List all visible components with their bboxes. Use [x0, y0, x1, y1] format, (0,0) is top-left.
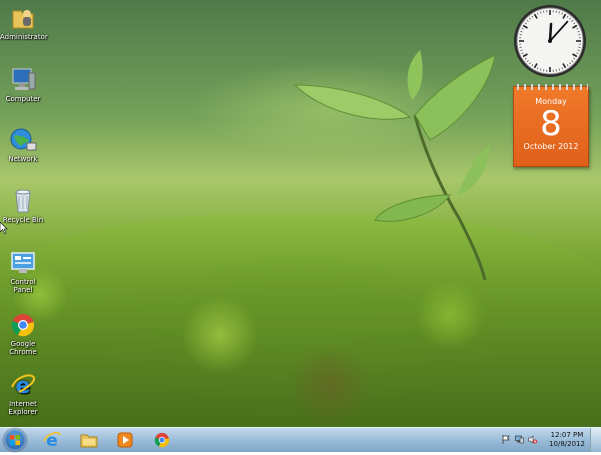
- desktop-icon-internet-explorer[interactable]: e Internet Explorer: [0, 372, 46, 416]
- calendar-rings: [514, 84, 588, 90]
- desktop-icon-label: Administrator: [0, 33, 46, 41]
- tray-clock-date[interactable]: 10/8/2012: [547, 440, 587, 448]
- calendar-month-year: October 2012: [514, 142, 588, 151]
- sprout-plant: [290, 45, 505, 280]
- calendar-gadget[interactable]: Monday 8 October 2012: [513, 86, 589, 167]
- clock-hour-hand: [550, 24, 551, 41]
- taskbar-file-explorer[interactable]: [74, 429, 104, 451]
- control-panel-icon: [9, 250, 37, 276]
- ie-icon: e: [9, 372, 37, 398]
- taskbar-media-player[interactable]: [110, 429, 140, 451]
- desktop-wallpaper: Administrator Computer Network Recycle B…: [0, 0, 601, 427]
- desktop-icon-network[interactable]: Network: [0, 127, 46, 163]
- chrome-icon: [9, 312, 37, 338]
- desktop-icon-label: Google Chrome: [0, 340, 46, 356]
- chrome-icon: [153, 431, 171, 449]
- mouse-cursor-icon: [0, 222, 8, 234]
- system-tray: 12:07 PM 10/8/2012: [502, 428, 587, 452]
- desktop-icon-recycle-bin[interactable]: Recycle Bin: [0, 188, 46, 224]
- desktop-icon-label: Control Panel: [0, 278, 46, 294]
- taskbar-google-chrome[interactable]: [147, 429, 177, 451]
- taskbar: e 12:07 PM 10/8/2012: [0, 427, 601, 452]
- network-globe-icon: [9, 127, 37, 153]
- file-explorer-icon: [79, 430, 99, 450]
- desktop-icon-administrator[interactable]: Administrator: [0, 5, 46, 41]
- desktop-icon-control-panel[interactable]: Control Panel: [0, 250, 46, 294]
- desktop-icon-label: Internet Explorer: [0, 400, 46, 416]
- desktop-icon-label: Computer: [0, 95, 46, 103]
- computer-icon: [9, 67, 37, 93]
- recycle-bin-icon: [9, 188, 37, 214]
- desktop-icon-google-chrome[interactable]: Google Chrome: [0, 312, 46, 356]
- network-icon[interactable]: [515, 435, 524, 444]
- folder-user-icon: [9, 5, 37, 31]
- action-center-flag-icon[interactable]: [502, 435, 511, 444]
- ie-icon: e: [42, 430, 62, 450]
- windows-start-icon[interactable]: [4, 429, 26, 451]
- clock-gadget[interactable]: [512, 3, 588, 79]
- media-player-icon: [115, 430, 135, 450]
- tray-clock-time[interactable]: 12:07 PM: [547, 431, 587, 439]
- calendar-day: 8: [514, 106, 588, 142]
- volume-muted-icon[interactable]: [528, 435, 537, 444]
- show-desktop-button[interactable]: [590, 428, 601, 452]
- taskbar-internet-explorer[interactable]: e: [37, 429, 67, 451]
- desktop-icon-label: Network: [0, 155, 46, 163]
- desktop-icon-computer[interactable]: Computer: [0, 67, 46, 103]
